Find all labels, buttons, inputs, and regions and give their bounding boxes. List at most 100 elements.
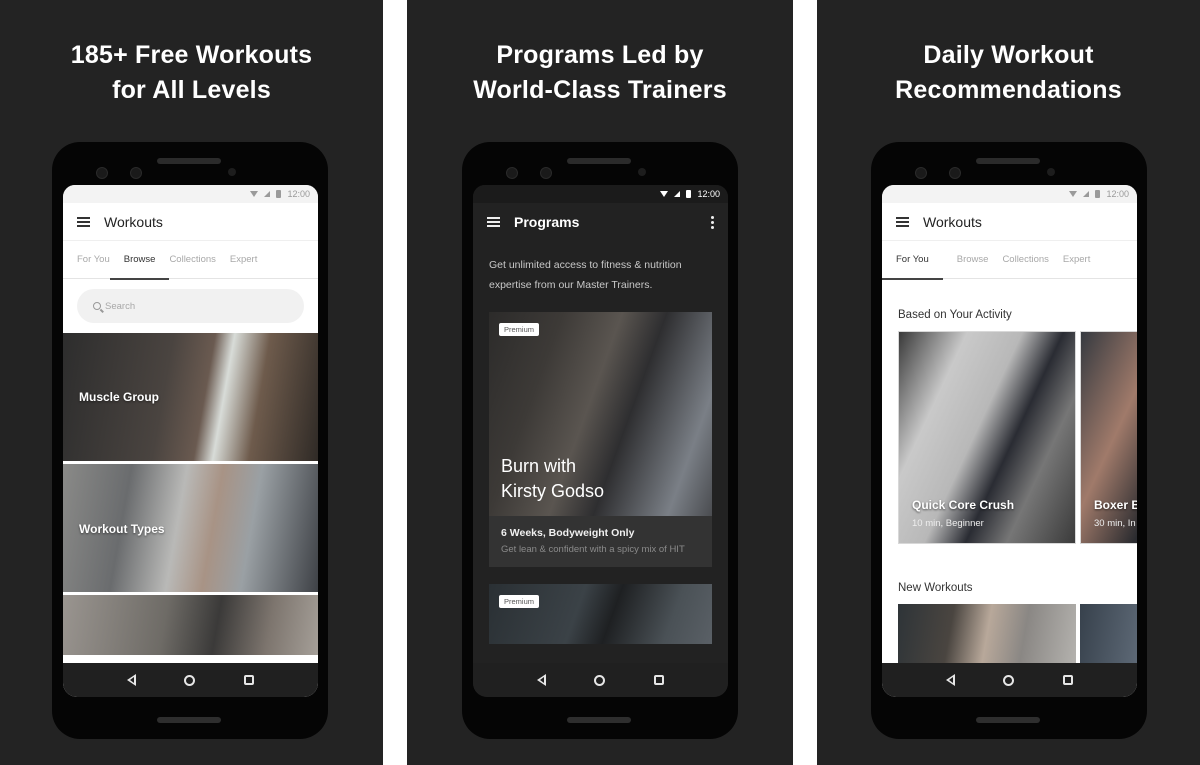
new-workouts-carousel[interactable]	[882, 594, 1137, 664]
search-icon	[93, 302, 101, 310]
system-nav-bar	[63, 663, 318, 697]
tab-collections[interactable]: Collections	[155, 241, 215, 279]
front-sensor	[949, 167, 961, 179]
front-camera	[506, 167, 518, 179]
front-sensor	[130, 167, 142, 179]
bottom-speaker	[976, 717, 1040, 723]
program-description: Get lean & confident with a spicy mix of…	[501, 544, 685, 555]
tab-expert[interactable]: Expert	[216, 241, 257, 279]
earpiece-speaker	[976, 158, 1040, 164]
panel-recommendations: Daily Workout Recommendations 12:00 Work…	[817, 0, 1200, 765]
status-time: 12:00	[287, 189, 310, 199]
tab-browse[interactable]: Browse	[109, 241, 170, 280]
headline-line-1: Daily Workout	[923, 41, 1094, 69]
new-workout-card[interactable]	[1080, 604, 1137, 664]
program-image: Premium Burn with Kirsty Godso	[489, 312, 712, 516]
new-workout-card[interactable]	[898, 604, 1076, 664]
hamburger-icon[interactable]	[487, 217, 500, 227]
search-input[interactable]: Search	[77, 289, 304, 323]
category-tile-partial[interactable]	[63, 595, 318, 655]
panel-programs: Programs Led by World-Class Trainers 12:…	[407, 0, 793, 765]
panel-free-workouts: 185+ Free Workouts for All Levels 12:00 …	[0, 0, 383, 765]
status-time: 12:00	[1106, 189, 1129, 199]
tab-expert[interactable]: Expert	[1049, 241, 1090, 279]
section-title-activity: Based on Your Activity	[898, 309, 1012, 321]
category-tile-muscle-group[interactable]: Muscle Group	[63, 333, 318, 461]
tab-bar: For You Browse Collections Expert	[882, 241, 1137, 280]
tab-bar: For You Browse Collections Expert	[63, 241, 318, 280]
nav-home-icon[interactable]	[1003, 674, 1015, 686]
tab-for-you[interactable]: For You	[63, 241, 110, 279]
program-card[interactable]: Premium	[489, 584, 712, 644]
app-bar: Workouts	[63, 203, 318, 241]
nav-back-icon[interactable]	[127, 674, 137, 686]
system-nav-bar	[473, 663, 728, 697]
front-camera	[96, 167, 108, 179]
nav-back-icon[interactable]	[537, 674, 547, 686]
wifi-icon	[1069, 191, 1078, 197]
proximity-sensor	[1047, 168, 1055, 176]
page-title: Workouts	[104, 213, 163, 230]
category-list: Muscle Group Workout Types	[63, 333, 318, 655]
status-bar: 12:00	[882, 185, 1137, 203]
hamburger-icon[interactable]	[896, 216, 909, 227]
phone-screen: 12:00 Workouts For You Browse Collection…	[882, 185, 1137, 697]
hamburger-icon[interactable]	[77, 216, 90, 227]
phone-frame: 12:00 Workouts For You Browse Collection…	[871, 142, 1147, 739]
workout-carousel[interactable]: Quick Core Crush 10 min, Beginner Boxer …	[882, 321, 1137, 544]
status-bar: 12:00	[63, 185, 318, 203]
page-title: Programs	[514, 214, 580, 230]
front-sensor	[540, 167, 552, 179]
tab-for-you[interactable]: For You	[882, 241, 943, 280]
headline-line-1: 185+ Free Workouts	[70, 41, 313, 69]
app-bar: Programs	[473, 203, 728, 241]
front-camera	[915, 167, 927, 179]
program-image: Premium	[489, 584, 712, 644]
tab-browse[interactable]: Browse	[929, 241, 989, 279]
nav-home-icon[interactable]	[184, 674, 196, 686]
workout-meta: 10 min, Beginner	[912, 518, 984, 529]
program-title-line-1: Burn with	[501, 456, 577, 476]
panel-headline: Daily Workout Recommendations	[817, 38, 1200, 108]
program-card[interactable]: Premium Burn with Kirsty Godso 6 Weeks, …	[489, 312, 712, 567]
workout-card[interactable]: Quick Core Crush 10 min, Beginner	[898, 331, 1076, 544]
search-placeholder: Search	[105, 300, 136, 312]
proximity-sensor	[228, 168, 236, 176]
signal-icon	[264, 191, 271, 197]
proximity-sensor	[638, 168, 646, 176]
bottom-speaker	[157, 717, 221, 723]
search-container: Search	[63, 279, 318, 333]
workout-meta: 30 min, In	[1094, 518, 1136, 529]
workout-card[interactable]: Boxer B 30 min, In	[1080, 331, 1137, 544]
headline-line-2: for All Levels	[112, 76, 271, 104]
phone-screen: 12:00 Workouts For You Browse Collection…	[63, 185, 318, 697]
app-bar: Workouts	[882, 203, 1137, 241]
battery-icon	[276, 190, 282, 198]
workout-name: Quick Core Crush	[912, 498, 1015, 512]
nav-back-icon[interactable]	[946, 674, 956, 686]
nav-recents-icon[interactable]	[243, 675, 254, 685]
status-time: 12:00	[697, 189, 720, 199]
nav-recents-icon[interactable]	[653, 675, 664, 685]
nav-home-icon[interactable]	[594, 674, 606, 686]
headline-line-1: Programs Led by	[496, 41, 704, 69]
battery-icon	[686, 190, 692, 198]
wifi-icon	[250, 191, 259, 197]
workout-name: Boxer B	[1094, 498, 1137, 512]
overflow-menu-icon[interactable]	[710, 215, 714, 229]
wifi-icon	[660, 191, 669, 197]
program-title: Burn with Kirsty Godso	[501, 454, 604, 504]
headline-line-2: Recommendations	[895, 76, 1122, 104]
section-title-new: New Workouts	[898, 582, 973, 594]
phone-screen: 12:00 Programs Get unlimited access to f…	[473, 185, 728, 697]
earpiece-speaker	[157, 158, 221, 164]
bottom-speaker	[567, 717, 631, 723]
nav-recents-icon[interactable]	[1062, 675, 1073, 685]
panel-headline: Programs Led by World-Class Trainers	[407, 38, 793, 108]
category-label: Workout Types	[79, 522, 165, 536]
tab-collections[interactable]: Collections	[988, 241, 1048, 279]
program-title-line-2: Kirsty Godso	[501, 481, 605, 501]
program-meta: 6 Weeks, Bodyweight Only Get lean & conf…	[489, 516, 712, 567]
system-nav-bar	[882, 663, 1137, 697]
category-tile-workout-types[interactable]: Workout Types	[63, 464, 318, 592]
